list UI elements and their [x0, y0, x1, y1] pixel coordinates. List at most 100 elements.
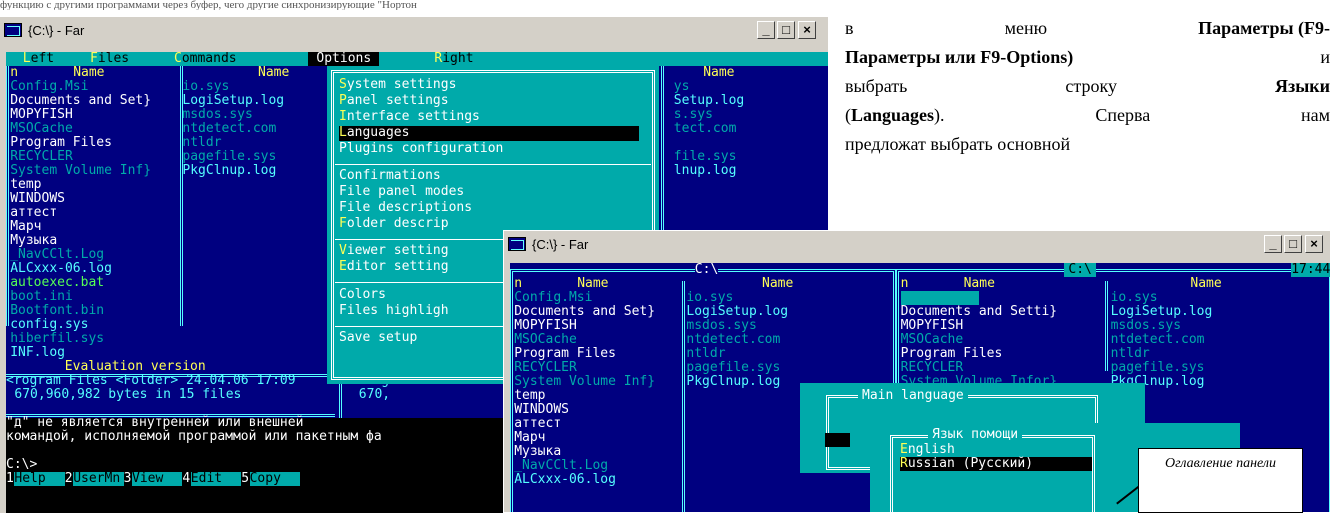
file-row: autoexec.bat	[10, 275, 105, 290]
file-row: ntldr	[1110, 346, 1150, 361]
title-bar[interactable]: {C:\} - Far	[504, 231, 588, 257]
menu-hotkey: S	[339, 77, 347, 92]
menubar-label: ptions	[324, 52, 372, 66]
menu-item[interactable]: Plugins configuration	[339, 142, 639, 157]
file-row: PkgClnup.log	[182, 163, 277, 178]
file-row: s.sys	[673, 107, 713, 122]
file-row: ntldr	[686, 346, 726, 361]
menubar-item[interactable]: Left	[23, 52, 54, 66]
option-hotkey: R	[900, 456, 908, 471]
file-row: lnup.log	[673, 163, 737, 178]
text-bold: Параметры (F9-	[1198, 18, 1330, 38]
file-row: Марч	[10, 219, 42, 234]
fkey-number: 5	[241, 471, 250, 486]
dialog-title: Язык помощи	[928, 428, 1023, 442]
menu-label: iewer setting	[346, 243, 449, 259]
menu-item[interactable]: Languages	[339, 126, 639, 141]
column-name: Name	[577, 276, 609, 291]
menu-label: ditor setting	[346, 259, 449, 275]
menu-label: File descriptions	[339, 200, 473, 216]
file-row: ntdetect.com	[182, 121, 277, 136]
menubar-hotkey: F	[90, 52, 98, 66]
menu-item[interactable]: Interface settings	[339, 110, 639, 125]
file-row: Config.Msi	[900, 290, 979, 305]
close-button[interactable]: ×	[798, 21, 816, 39]
fkey-view-button[interactable]: View	[132, 472, 183, 486]
file-row: file.sys	[673, 149, 737, 164]
file-row: msdos.sys	[686, 318, 757, 333]
menu-label: Plugins configuration	[339, 141, 504, 156]
menubar-label: eft	[30, 52, 55, 66]
file-row: Documents and Set}	[10, 93, 152, 108]
menu-item[interactable]: Confirmations	[339, 169, 639, 184]
info-line: <rogram Files <Folder> 24.04.06 17:09	[6, 373, 296, 388]
language-option[interactable]: Russian (Русский)	[900, 457, 1092, 471]
file-row: INF.log	[10, 345, 65, 360]
file-row: ALCxxx-06.log	[514, 472, 616, 487]
menubar-item[interactable]: Files	[90, 52, 129, 66]
file-row: msdos.sys	[182, 107, 253, 122]
command-output: командой, исполняемой программой или пак…	[6, 429, 382, 444]
file-row: Setup.log	[673, 93, 745, 108]
file-row: temp	[10, 177, 42, 192]
fkey-usermn-button[interactable]: UserMn	[73, 472, 124, 486]
shadow-block	[825, 433, 850, 447]
command-prompt: C:\>	[6, 457, 38, 472]
minimize-button[interactable]: _	[1264, 235, 1282, 253]
file-row: ntldr	[182, 135, 222, 150]
file-row: LogiSetup.log	[1110, 304, 1213, 319]
title-bar[interactable]: {C:\} - Far	[0, 17, 84, 43]
menu-label: ystem settings	[346, 77, 457, 92]
menu-item[interactable]: File panel modes	[339, 185, 639, 200]
menubar-item[interactable]: Commands	[174, 52, 237, 66]
menubar-item[interactable]: Right	[434, 52, 473, 66]
text-word: выбрать	[845, 76, 908, 96]
file-row: LogiSetup.log	[686, 304, 789, 319]
maximize-button[interactable]: □	[777, 21, 795, 39]
close-button[interactable]: ×	[1305, 235, 1323, 253]
fkey-copy-button[interactable]: Copy	[249, 472, 300, 486]
menu-item[interactable]: Panel settings	[339, 94, 639, 109]
file-row: pagefile.sys	[182, 149, 277, 164]
file-row: System Volume Inf}	[514, 374, 656, 389]
menubar-item[interactable]: Options	[308, 52, 380, 66]
column-n: n	[10, 65, 19, 80]
left-panel-path: C:\	[694, 263, 719, 277]
file-row: MSOCache	[514, 332, 577, 347]
menu-separator	[335, 164, 651, 165]
column-name: Name	[762, 276, 794, 291]
column-name: Name	[963, 276, 995, 291]
file-row: Program Files	[514, 346, 616, 361]
menu-label: anguages	[346, 125, 410, 140]
minimize-button[interactable]: _	[757, 21, 775, 39]
menu-hotkey: V	[339, 243, 347, 259]
file-row: RECYCLER	[900, 360, 964, 375]
fkey-help-button[interactable]: Help	[14, 472, 65, 486]
option-label: nglish	[907, 442, 955, 457]
text-word: Сперва	[1095, 105, 1151, 125]
menu-item[interactable]: System settings	[339, 78, 639, 93]
top-text-fragment: функцию с другими программами через буфе…	[0, 0, 417, 10]
menubar-hotkey: C	[174, 52, 182, 66]
fkey-number: 3	[123, 471, 132, 486]
file-row: PkgClnup.log	[686, 374, 781, 389]
dialog-title: Main language	[858, 389, 968, 403]
fkey-edit-button[interactable]: Edit	[190, 472, 242, 486]
column-name: Name	[1190, 276, 1222, 291]
file-row: _NavCClt.Log	[10, 247, 105, 262]
column-divider	[682, 281, 685, 512]
file-row: temp	[514, 388, 546, 403]
menubar-hotkey: L	[22, 52, 31, 66]
file-row: pagefile.sys	[686, 360, 781, 375]
file-row: Музыка	[10, 233, 58, 248]
column-divider	[1105, 281, 1108, 371]
file-row: ntdetect.com	[1110, 332, 1205, 347]
maximize-button[interactable]: □	[1284, 235, 1302, 253]
language-option[interactable]: English	[900, 443, 1092, 457]
file-row: Program Files	[900, 346, 1003, 361]
callout-box: Оглавление панели	[1138, 448, 1303, 513]
menu-label: Colors	[339, 286, 386, 302]
text-line: предложат выбрать основной	[845, 134, 1071, 154]
menu-item[interactable]: File descriptions	[339, 201, 639, 216]
menu-hotkey: E	[339, 259, 347, 275]
